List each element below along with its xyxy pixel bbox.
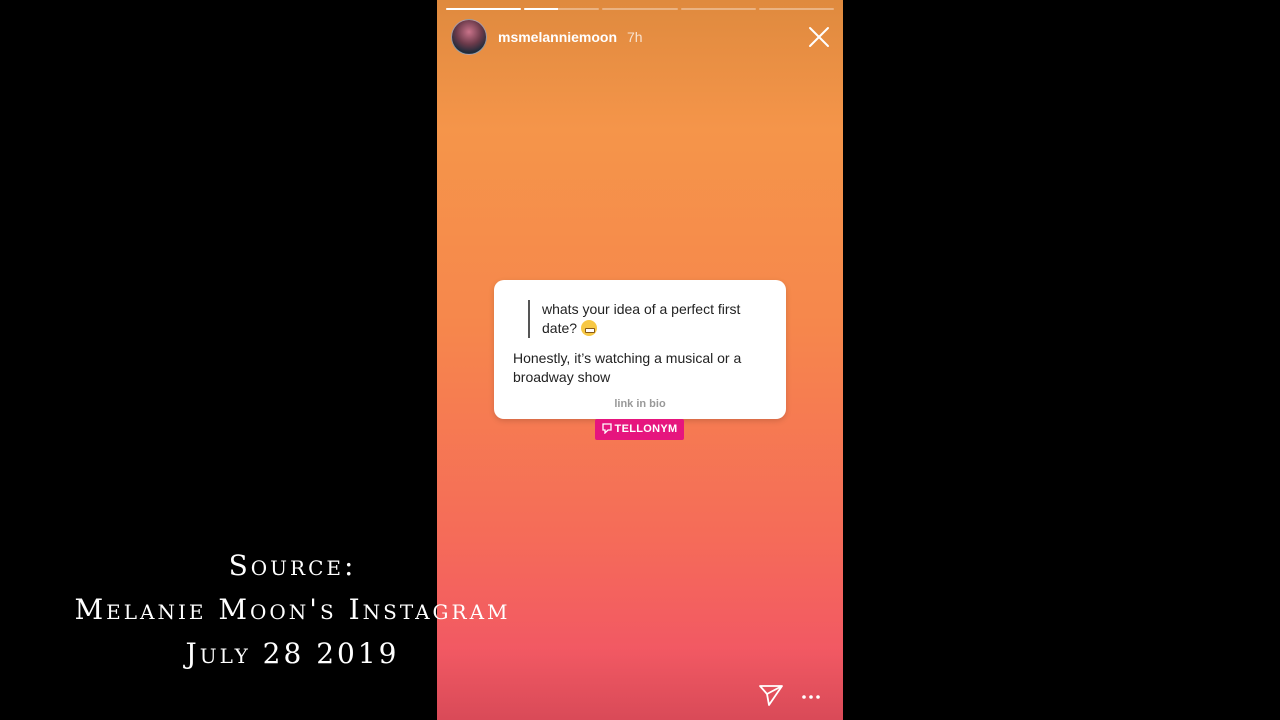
grinning-emoji-icon: [581, 320, 598, 336]
source-caption-line1: Source:: [228, 549, 357, 582]
more-icon: [802, 695, 820, 699]
send-icon: [759, 685, 783, 706]
progress-segment: [602, 8, 678, 10]
send-button[interactable]: [758, 683, 784, 707]
more-options-button[interactable]: [799, 690, 823, 702]
close-button[interactable]: [807, 25, 831, 49]
question-label: whats your idea of a perfect first date?: [542, 301, 741, 336]
link-in-bio: link in bio: [614, 398, 666, 410]
tellonym-icon: [601, 421, 612, 442]
story-progress-bar: [446, 8, 835, 10]
progress-segment: [758, 8, 835, 10]
progress-segment-fill: [446, 8, 522, 10]
story-username[interactable]: msmelanniemoon: [498, 29, 617, 45]
progress-segment: [446, 8, 522, 10]
story-timestamp: 7h: [627, 29, 643, 45]
avatar[interactable]: [451, 19, 487, 55]
source-caption-line3: July 28 2019: [185, 637, 400, 670]
source-caption-line2: Melanie Moon's Instagram: [74, 593, 511, 626]
progress-segment-fill: [524, 8, 559, 10]
question-card: whats your idea of a perfect first date?…: [494, 280, 786, 419]
close-icon: [809, 27, 829, 47]
answer-text: Honestly, it’s watching a musical or a b…: [513, 350, 742, 385]
progress-segment: [524, 8, 600, 10]
progress-segment: [680, 8, 756, 10]
tellonym-label: TELLONYM: [614, 423, 678, 435]
tellonym-badge[interactable]: TELLONYM: [595, 419, 684, 440]
question-text: whats your idea of a perfect first date?: [528, 300, 772, 338]
